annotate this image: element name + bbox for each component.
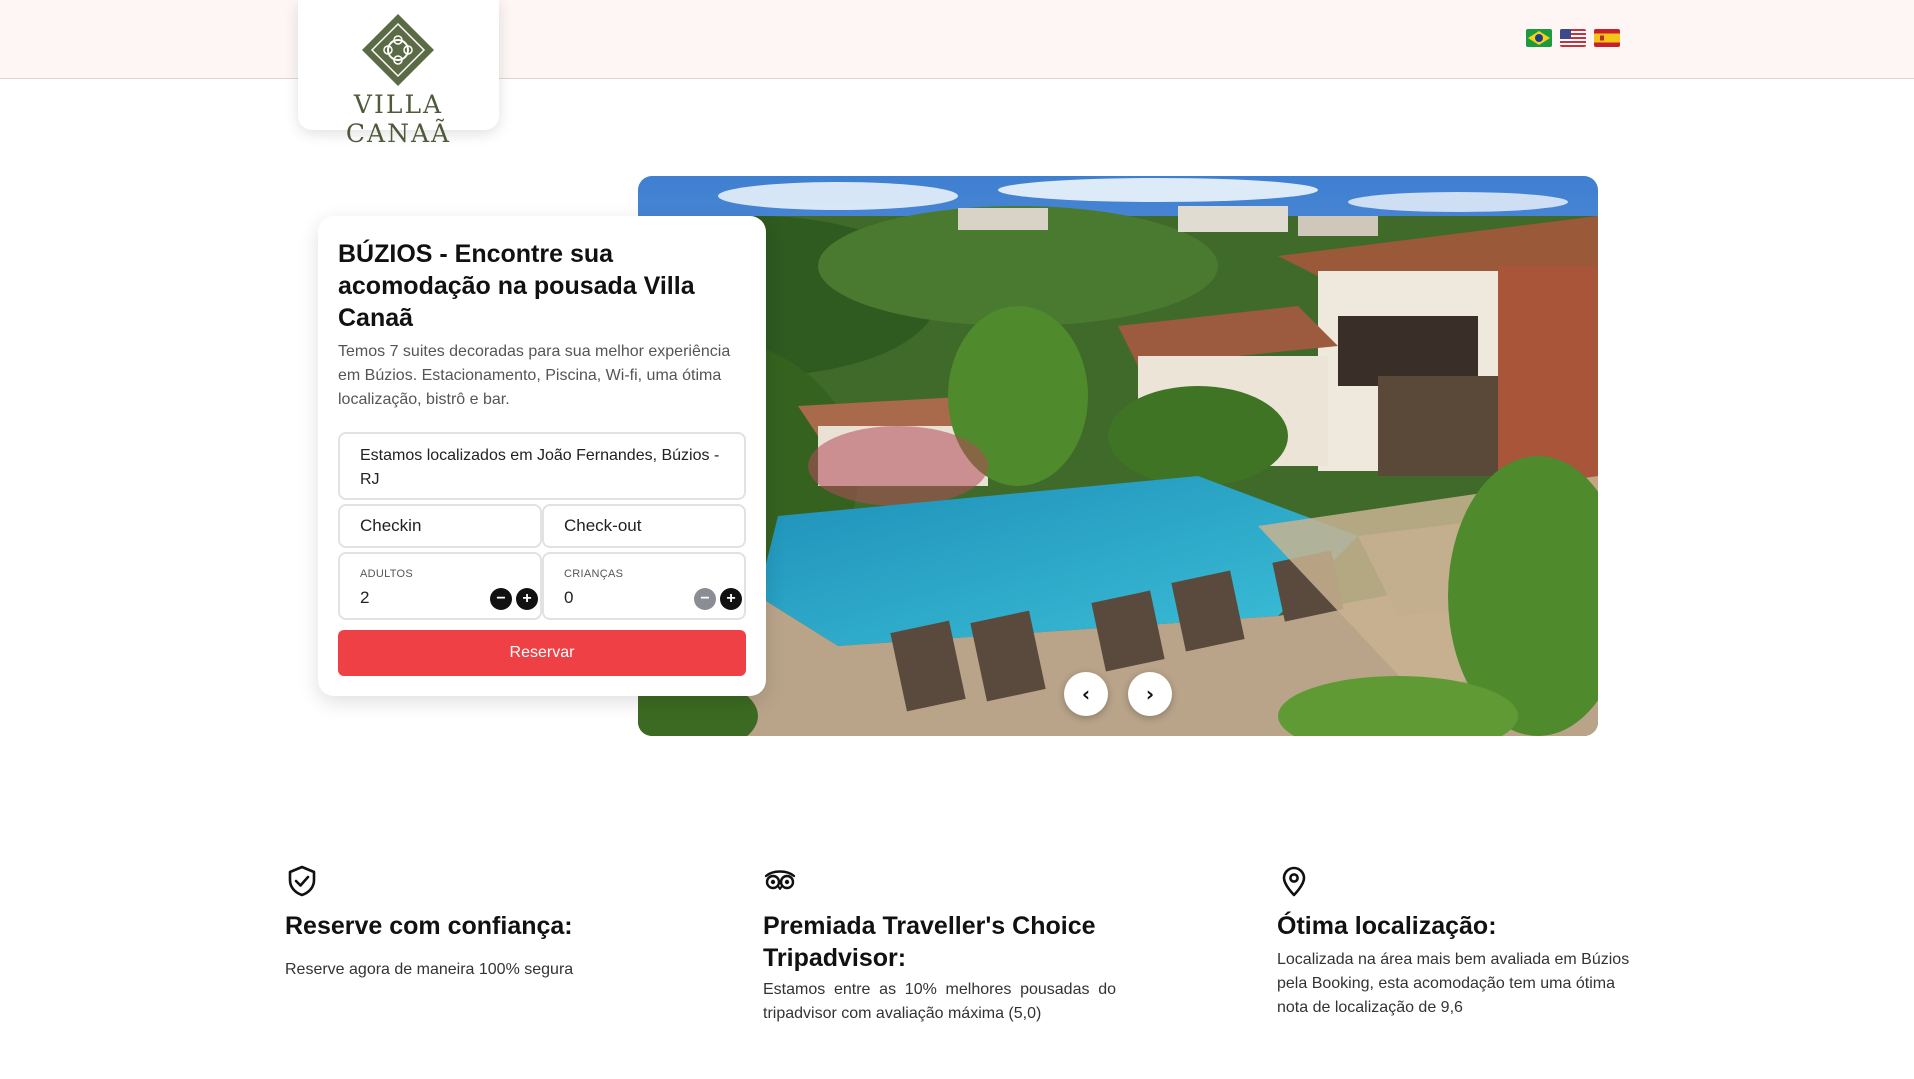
- villa-canaa-emblem-icon: [362, 14, 434, 86]
- logo-text: VILLA CANAÃ: [345, 90, 452, 148]
- feature-text: Localizada na área mais bem avaliada em …: [1277, 951, 1630, 1016]
- hero-carousel-image: [638, 176, 1598, 736]
- children-minus-button[interactable]: −: [694, 588, 716, 610]
- reserve-button[interactable]: Reservar: [338, 630, 746, 676]
- checkin-field[interactable]: Checkin: [338, 504, 542, 548]
- logo[interactable]: VILLA CANAÃ: [298, 0, 499, 148]
- tripadvisor-owl-icon: [764, 870, 796, 890]
- children-plus-button[interactable]: +: [720, 588, 742, 610]
- adults-plus-button[interactable]: +: [516, 588, 538, 610]
- brazil-flag-icon[interactable]: [1526, 29, 1552, 47]
- children-stepper: CRIANÇAS 0 − +: [542, 552, 746, 620]
- shield-check-icon: [288, 865, 316, 897]
- spain-flag-icon[interactable]: [1594, 29, 1620, 47]
- feature-title: Premiada Traveller's Choice Tripadvisor:: [763, 912, 1096, 972]
- usa-flag-icon[interactable]: [1560, 29, 1586, 47]
- language-selector: [1526, 29, 1620, 47]
- feature-title: Ótima localização:: [1277, 912, 1497, 940]
- carousel-next-button[interactable]: ›: [1128, 672, 1172, 716]
- carousel-prev-button[interactable]: ‹: [1064, 672, 1108, 716]
- top-header: [0, 0, 1914, 79]
- feature-title: Reserve com confiança:: [285, 912, 573, 940]
- location-field[interactable]: Estamos localizados em João Fernandes, B…: [338, 432, 746, 500]
- checkout-field[interactable]: Check-out: [542, 504, 746, 548]
- adults-minus-button[interactable]: −: [490, 588, 512, 610]
- booking-card: BÚZIOS - Encontre sua acomodação na pous…: [318, 216, 766, 696]
- adults-value[interactable]: 2: [360, 588, 369, 608]
- booking-title: BÚZIOS - Encontre sua acomodação na pous…: [338, 240, 695, 332]
- feature-text: Estamos entre as 10% melhores pousadas d…: [763, 981, 1116, 1022]
- adults-label: ADULTOS: [360, 568, 414, 580]
- map-pin-icon: [1282, 866, 1306, 897]
- children-label: CRIANÇAS: [564, 568, 624, 580]
- adults-stepper: ADULTOS 2 − +: [338, 552, 542, 620]
- booking-description: Temos 7 suites decoradas para sua melhor…: [338, 343, 731, 408]
- feature-text: Reserve agora de maneira 100% segura: [285, 961, 574, 978]
- resort-pool-photo: [638, 176, 1598, 736]
- children-value[interactable]: 0: [564, 588, 573, 608]
